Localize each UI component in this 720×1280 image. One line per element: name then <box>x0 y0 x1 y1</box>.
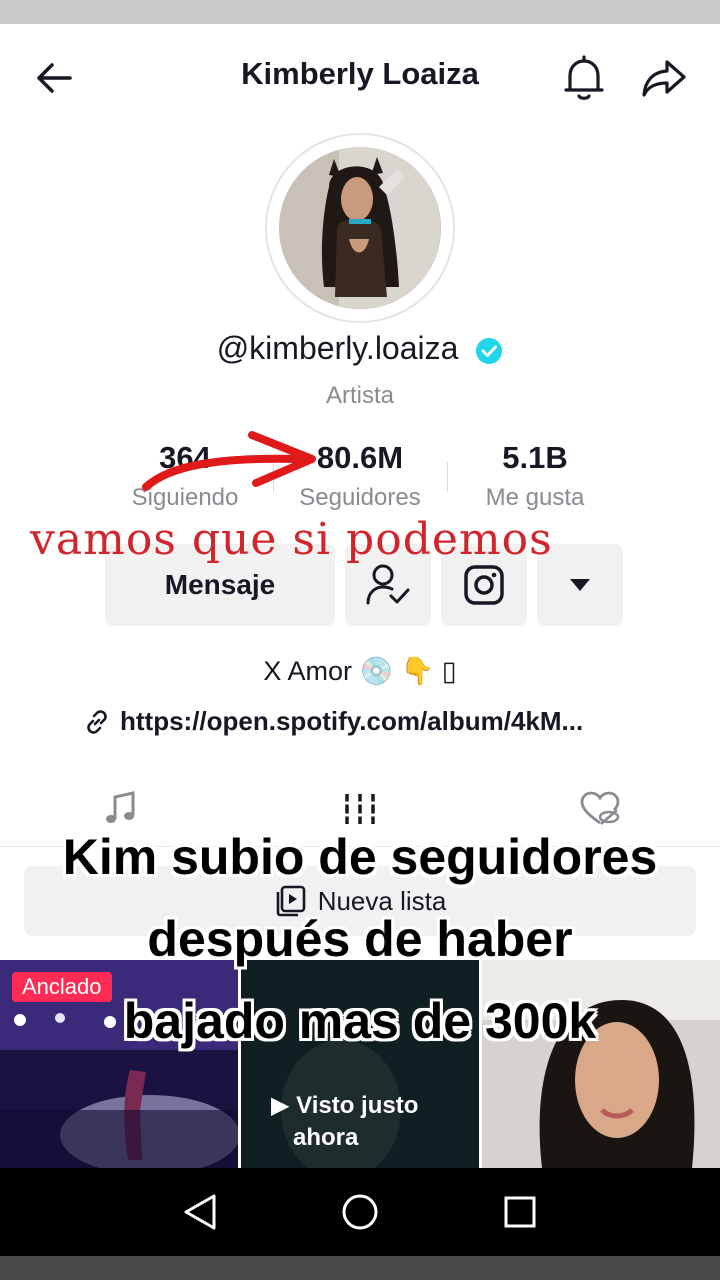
bio-link[interactable]: https://open.spotify.com/album/4kM... <box>84 706 644 737</box>
nav-back-button[interactable] <box>178 1190 222 1234</box>
bottom-strip <box>0 1256 720 1280</box>
music-note-icon <box>106 791 135 823</box>
watched-line-2: ahora <box>293 1124 359 1151</box>
liked-hidden-icon <box>580 791 620 825</box>
watched-label: ▶ Visto justo ahora <box>271 1090 418 1154</box>
stat-value: 5.1B <box>502 440 568 475</box>
tab-music[interactable] <box>90 784 150 834</box>
stat-label: Me gusta <box>485 484 585 511</box>
bio-text: X Amor 💿 👇 ▯ <box>263 656 457 686</box>
nav-home-button[interactable] <box>338 1190 382 1234</box>
share-button[interactable] <box>636 50 692 106</box>
user-check-icon <box>366 564 410 605</box>
bio-link-text: https://open.spotify.com/album/4kM... <box>120 706 584 736</box>
caption-line-3: bajado mas de 300k <box>123 993 597 1049</box>
square-recents-icon <box>504 1196 536 1228</box>
stat-likes[interactable]: 5.1B Me gusta <box>445 440 625 512</box>
header: Kimberly Loaiza <box>0 24 720 128</box>
grid-icon <box>343 794 377 824</box>
tab-videos[interactable] <box>330 784 390 834</box>
avatar[interactable] <box>279 147 441 309</box>
nav-recents-button[interactable] <box>498 1190 542 1234</box>
instagram-icon <box>464 565 504 605</box>
caret-down-icon <box>570 579 590 591</box>
back-button[interactable] <box>26 50 82 106</box>
link-icon <box>87 709 107 734</box>
android-navigation-bar <box>0 1168 720 1256</box>
triangle-back-icon <box>184 1194 216 1230</box>
caption-line-2: después de haber <box>147 911 573 967</box>
profile-role: Artista <box>325 382 394 409</box>
avatar-photo <box>279 147 441 309</box>
red-arrow-annotation <box>142 431 316 491</box>
handle-row: @kimberly.loaiza <box>0 330 720 367</box>
profile-handle: @kimberly.loaiza <box>216 330 459 366</box>
message-label: Mensaje <box>164 569 276 600</box>
watched-line-1: Visto justo <box>296 1092 419 1119</box>
status-bar <box>0 0 720 24</box>
tab-liked[interactable] <box>570 784 630 834</box>
caption-line-1: Kim subio de seguidores <box>62 829 658 885</box>
notifications-button[interactable] <box>556 50 612 106</box>
verified-badge-icon <box>476 337 503 364</box>
play-icon: ▶ <box>271 1092 297 1119</box>
overlay-handwritten-text: vamos que si podemos <box>30 514 553 565</box>
arrow-left-icon <box>37 63 72 93</box>
bell-icon <box>564 55 604 100</box>
page-title: Kimberly Loaiza <box>241 56 479 91</box>
share-icon <box>642 60 686 97</box>
circle-home-icon <box>342 1194 378 1230</box>
